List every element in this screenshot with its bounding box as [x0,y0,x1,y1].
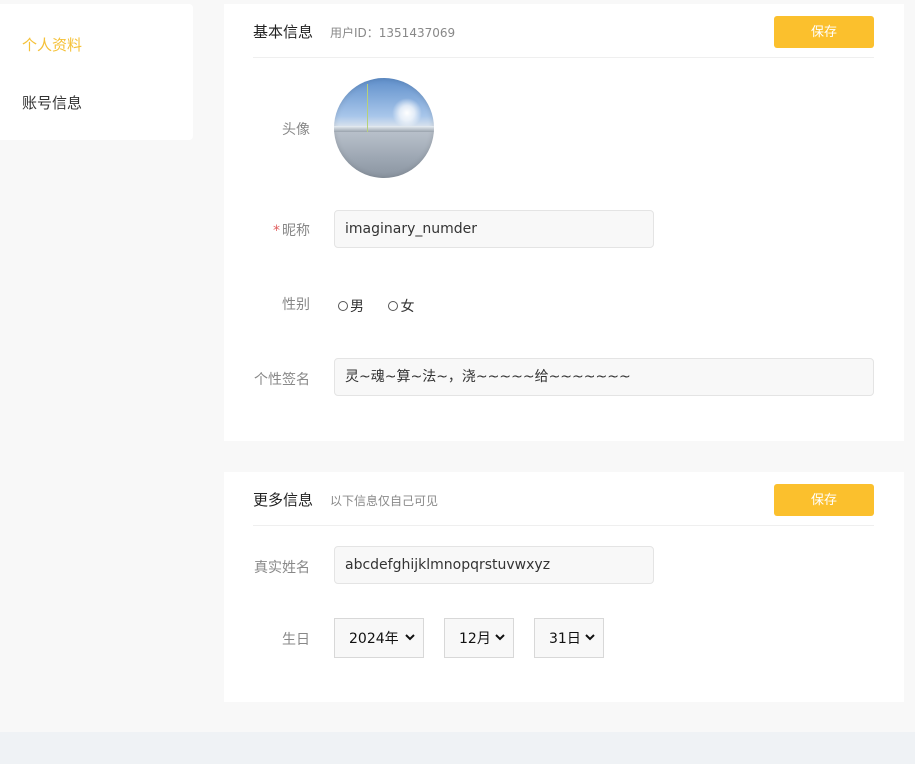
basic-info-header: 基本信息 用户ID：1351437069 保存 [253,4,874,58]
sidebar: 个人资料 账号信息 [0,4,193,140]
avatar-sun [392,98,422,128]
gender-male-radio[interactable]: 男 [338,296,364,316]
avatar-pole [367,84,368,132]
basic-info-card: 基本信息 用户ID：1351437069 保存 头像 * 昵称 imaginary… [224,4,904,441]
birth-year-select[interactable]: 2024年 [334,618,424,658]
birth-day-value: 31日 [549,631,581,647]
signature-input[interactable]: 灵~魂~算~法~，浇~~~~~给~~~~~~~ [334,358,874,396]
birth-year-value: 2024年 [349,631,399,647]
sidebar-item-account[interactable]: 账号信息 [22,92,82,113]
birth-month-select[interactable]: 12月 [444,618,514,658]
nickname-label-text: 昵称 [282,223,310,239]
birthday-label: 生日 [282,632,310,648]
basic-info-title: 基本信息 [253,23,314,41]
realname-label: 真实姓名 [254,560,310,576]
more-info-subtitle: 以下信息仅自己可见 [330,494,439,508]
gender-label: 性别 [282,297,310,313]
footer-band [0,732,915,764]
radio-circle-icon [338,301,348,311]
chevron-down-icon [495,634,505,641]
birth-day-select[interactable]: 31日 [534,618,604,658]
chevron-down-icon [585,634,595,641]
nickname-label: * 昵称 [224,220,310,240]
chevron-down-icon [405,634,415,641]
more-info-title: 更多信息 [253,491,314,509]
more-save-button[interactable]: 保存 [774,484,874,516]
more-info-header: 更多信息 以下信息仅自己可见 保存 [253,472,874,526]
signature-label: 个性签名 [254,372,310,388]
avatar-horizon [334,126,434,132]
basic-save-button[interactable]: 保存 [774,16,874,48]
required-mark: * [273,223,280,239]
gender-male-label: 男 [350,299,364,315]
user-id-text: 用户ID：1351437069 [330,26,456,40]
gender-female-radio[interactable]: 女 [388,296,414,316]
more-info-card: 更多信息 以下信息仅自己可见 保存 真实姓名 abcdefghijklmnopq… [224,472,904,702]
avatar[interactable] [334,78,434,178]
gender-female-label: 女 [400,299,415,315]
realname-input[interactable]: abcdefghijklmnopqrstuvwxyz [334,546,654,584]
avatar-label: 头像 [282,122,310,138]
birth-month-value: 12月 [459,631,491,647]
sidebar-item-profile[interactable]: 个人资料 [22,34,82,55]
nickname-input[interactable]: imaginary_numder [334,210,654,248]
gender-radio-group: 男 女 [338,296,434,316]
radio-circle-icon [388,301,399,311]
